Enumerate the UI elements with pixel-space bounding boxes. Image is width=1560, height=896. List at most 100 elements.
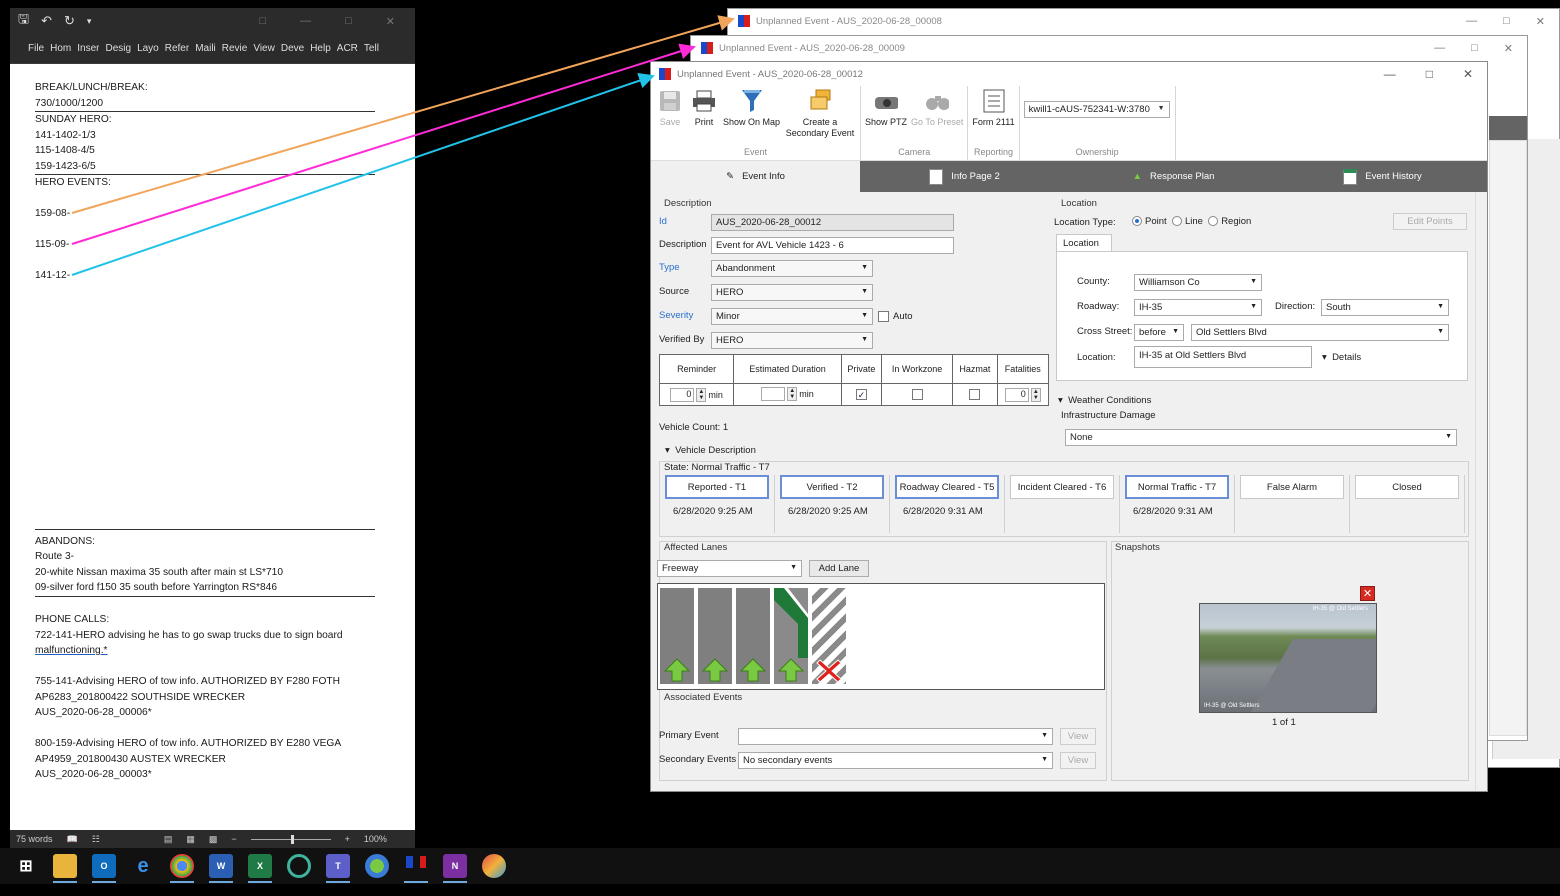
- accessibility-icon[interactable]: ☷: [92, 834, 100, 845]
- teams-icon[interactable]: T: [326, 854, 350, 883]
- print-button[interactable]: Print: [689, 88, 719, 147]
- auto-checkbox[interactable]: [878, 311, 889, 322]
- lane-2[interactable]: [698, 588, 732, 684]
- location-subtab[interactable]: Location: [1056, 234, 1112, 252]
- ownership-dropdown[interactable]: kwill1-cAUS-752341-W:3780 ▼: [1023, 101, 1170, 118]
- web-layout-icon[interactable]: ▩: [209, 834, 218, 845]
- word-document[interactable]: BREAK/LUNCH/BREAK: 730/1000/1200 SUNDAY HE…: [10, 66, 415, 830]
- camera-snapshot[interactable]: IH-35 @ Old Settlers IH-35 @ Old Settler…: [1199, 603, 1377, 713]
- proofing-icon[interactable]: 📖: [67, 834, 78, 845]
- state-button[interactable]: Incident Cleared - T6: [1010, 475, 1114, 499]
- flag-app-icon[interactable]: [404, 854, 428, 883]
- state-button[interactable]: False Alarm: [1240, 475, 1344, 499]
- direction-dropdown[interactable]: South ▼: [1321, 299, 1449, 316]
- state-button[interactable]: Verified - T2: [780, 475, 884, 499]
- close-icon[interactable]: ✕: [1536, 15, 1545, 28]
- tab-response-plan[interactable]: ▲ Response Plan: [1069, 161, 1278, 192]
- word-count[interactable]: 75 words: [16, 834, 53, 844]
- show-ptz-button[interactable]: Show PTZ: [865, 88, 907, 147]
- spinner-icon[interactable]: ▲ ▼: [1030, 387, 1041, 402]
- minimize-icon[interactable]: —: [1434, 42, 1445, 55]
- location-field[interactable]: IH-35 at Old Settlers Blvd: [1134, 346, 1312, 368]
- secondary-events-dropdown[interactable]: No secondary events ▼: [738, 752, 1053, 769]
- workzone-checkbox[interactable]: [911, 389, 923, 401]
- duration-input[interactable]: [761, 386, 786, 401]
- infrastructure-dropdown[interactable]: None ▼: [1065, 429, 1457, 446]
- state-button[interactable]: Roadway Cleared - T5: [895, 475, 999, 499]
- ribbon-display-icon[interactable]: □: [259, 15, 266, 28]
- vehicle-description-expander[interactable]: ▾ Vehicle Description: [665, 445, 756, 456]
- ribbon-tab[interactable]: ACR: [337, 43, 358, 54]
- roadway-dropdown[interactable]: IH-35 ▼: [1134, 299, 1262, 316]
- chrome-icon[interactable]: [170, 854, 194, 883]
- word-icon[interactable]: W: [209, 854, 233, 883]
- maximize-icon[interactable]: □: [1503, 15, 1510, 28]
- ribbon-tab[interactable]: View: [253, 43, 275, 54]
- state-button[interactable]: Reported - T1: [665, 475, 769, 499]
- onenote-icon[interactable]: N: [443, 854, 467, 883]
- zoom-level[interactable]: 100%: [364, 834, 387, 844]
- windows-icon[interactable]: ⊞: [14, 854, 38, 878]
- secondary-view-button[interactable]: View: [1060, 752, 1096, 769]
- save-button[interactable]: Save: [655, 88, 685, 147]
- focus-icon[interactable]: ▤: [164, 834, 173, 845]
- source-dropdown[interactable]: HERO ▼: [711, 284, 873, 301]
- edge-icon[interactable]: e: [131, 854, 155, 878]
- app-circle-icon[interactable]: [287, 854, 311, 878]
- reminder-input[interactable]: 0: [670, 387, 695, 402]
- ribbon-tab[interactable]: Desig: [105, 43, 131, 54]
- private-checkbox[interactable]: ✓: [855, 389, 867, 401]
- state-button[interactable]: Normal Traffic - T7: [1125, 475, 1229, 499]
- lane-1[interactable]: [660, 588, 694, 684]
- ribbon-tab[interactable]: Maili: [195, 43, 216, 54]
- quick-access-more-icon[interactable]: ▾: [87, 16, 92, 27]
- minimize-icon[interactable]: —: [300, 15, 311, 28]
- event-window-00012[interactable]: Unplanned Event - AUS_2020-06-28_00012 —…: [650, 61, 1488, 792]
- ribbon-tab[interactable]: Help: [310, 43, 331, 54]
- type-dropdown[interactable]: Abandonment ▼: [711, 260, 873, 277]
- paint-icon[interactable]: [482, 854, 506, 878]
- ribbon-tab[interactable]: Inser: [77, 43, 99, 54]
- verified-by-dropdown[interactable]: HERO ▼: [711, 332, 873, 349]
- delete-snapshot-icon[interactable]: ✕: [1360, 586, 1375, 601]
- tab-event-info[interactable]: ✎ Event Info: [651, 161, 860, 192]
- ribbon-tab[interactable]: Hom: [50, 43, 71, 54]
- point-radio[interactable]: [1132, 216, 1142, 227]
- maps-icon[interactable]: [365, 854, 389, 878]
- fatalities-input[interactable]: 0: [1004, 387, 1029, 402]
- tab-event-history[interactable]: Event History: [1278, 161, 1487, 192]
- add-lane-button[interactable]: Add Lane: [809, 560, 869, 577]
- primary-view-button[interactable]: View: [1060, 728, 1096, 745]
- undo-icon[interactable]: ↶: [41, 13, 52, 29]
- line-radio[interactable]: [1171, 216, 1182, 227]
- state-button[interactable]: Closed: [1355, 475, 1459, 499]
- details-expander[interactable]: ▾ Details: [1322, 352, 1361, 363]
- weather-expander[interactable]: ▾ Weather Conditions: [1058, 395, 1151, 406]
- description-field[interactable]: Event for AVL Vehicle 1423 - 6: [711, 237, 954, 254]
- close-icon[interactable]: ✕: [1463, 67, 1473, 81]
- ribbon-tab[interactable]: Refer: [165, 43, 189, 54]
- form-2111-button[interactable]: Form 2111: [972, 88, 1015, 147]
- excel-icon[interactable]: X: [248, 854, 272, 883]
- ribbon-tab[interactable]: Layo: [137, 43, 159, 54]
- spinner-icon[interactable]: ▲ ▼: [696, 387, 707, 402]
- go-to-preset-button[interactable]: Go To Preset: [911, 88, 963, 147]
- minimize-icon[interactable]: —: [1466, 15, 1477, 28]
- cross-relation-dropdown[interactable]: before ▼: [1134, 324, 1184, 341]
- file-explorer-icon[interactable]: [53, 854, 77, 883]
- zoom-slider[interactable]: [250, 834, 331, 844]
- maximize-icon[interactable]: □: [345, 15, 352, 28]
- lane-3[interactable]: [736, 588, 770, 684]
- vertical-scrollbar[interactable]: [1475, 192, 1485, 790]
- edit-points-button[interactable]: Edit Points: [1393, 213, 1467, 230]
- outlook-icon[interactable]: O: [92, 854, 116, 883]
- ribbon-tab[interactable]: Deve: [281, 43, 304, 54]
- hazmat-checkbox[interactable]: [969, 389, 981, 401]
- ribbon-tab[interactable]: File: [28, 43, 44, 54]
- region-radio[interactable]: [1208, 216, 1219, 227]
- close-icon[interactable]: ✕: [1504, 42, 1513, 55]
- minimize-icon[interactable]: —: [1384, 67, 1396, 81]
- county-dropdown[interactable]: Williamson Co ▼: [1134, 274, 1262, 291]
- cross-street-dropdown[interactable]: Old Settlers Blvd ▼: [1191, 324, 1449, 341]
- blocked-shoulder-lane[interactable]: [812, 588, 846, 684]
